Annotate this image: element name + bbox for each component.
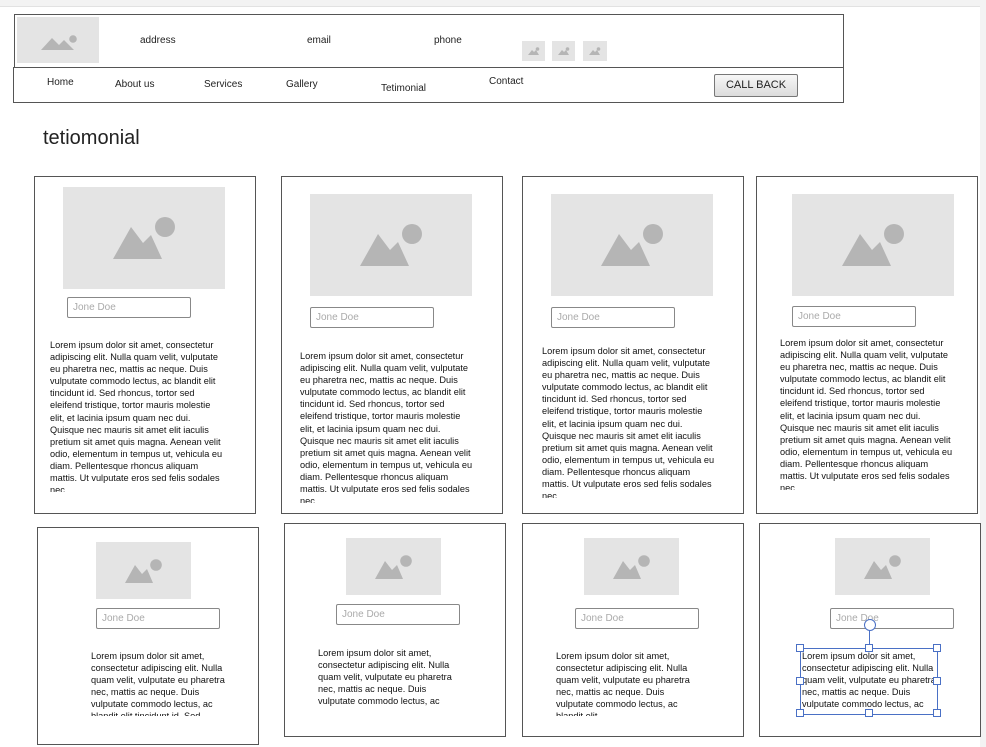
testimonial-text: Lorem ipsum dolor sit amet, consectetur … — [556, 651, 690, 716]
resize-handle-nw[interactable] — [796, 644, 804, 652]
resize-handle-e[interactable] — [933, 677, 941, 685]
name-field[interactable]: Jone Doe — [67, 297, 191, 318]
image-placeholder — [310, 194, 472, 296]
resize-handle-w[interactable] — [796, 677, 804, 685]
nav-home[interactable]: Home — [47, 77, 74, 88]
image-icon — [375, 555, 412, 579]
image-placeholder — [835, 538, 930, 595]
resize-handle-se[interactable] — [933, 709, 941, 717]
nav-contact[interactable]: Contact — [489, 76, 523, 87]
canvas-top-edge — [0, 0, 986, 7]
nav-about-us[interactable]: About us — [115, 79, 154, 90]
name-field[interactable]: Jone Doe — [551, 307, 675, 328]
testimonial-text: Lorem ipsum dolor sit amet, consectetur … — [91, 651, 225, 716]
testimonial-text: Lorem ipsum dolor sit amet, consectetur … — [780, 338, 953, 490]
resize-handle-n[interactable] — [865, 644, 873, 652]
image-icon — [842, 224, 904, 266]
image-placeholder — [63, 187, 225, 289]
image-icon — [589, 47, 601, 55]
social-icon-3[interactable] — [583, 41, 607, 61]
rotate-handle[interactable] — [864, 619, 876, 631]
name-field[interactable]: Jone Doe — [336, 604, 460, 625]
image-icon — [864, 555, 901, 579]
name-field[interactable]: Jone Doe — [575, 608, 699, 629]
testimonial-text: Lorem ipsum dolor sit amet, consectetur … — [300, 351, 473, 503]
image-icon — [125, 559, 162, 583]
image-placeholder — [551, 194, 713, 296]
social-icon-2[interactable] — [552, 41, 575, 61]
header-email: email — [307, 35, 331, 46]
social-icon-1[interactable] — [522, 41, 545, 61]
image-placeholder — [346, 538, 441, 595]
nav-services[interactable]: Services — [204, 79, 242, 90]
header-phone: phone — [434, 35, 462, 46]
image-icon — [601, 224, 663, 266]
nav-gallery[interactable]: Gallery — [286, 79, 318, 90]
image-placeholder — [96, 542, 191, 599]
page-title: tetiomonial — [43, 127, 140, 149]
logo-placeholder — [17, 17, 99, 63]
image-icon — [613, 555, 650, 579]
testimonial-text: Lorem ipsum dolor sit amet, consectetur … — [318, 648, 452, 709]
name-field[interactable]: Jone Doe — [830, 608, 954, 629]
header-address: address — [140, 35, 176, 46]
name-field[interactable]: Jone Doe — [310, 307, 434, 328]
image-placeholder — [792, 194, 954, 296]
resize-handle-sw[interactable] — [796, 709, 804, 717]
name-field[interactable]: Jone Doe — [96, 608, 220, 629]
testimonial-text: Lorem ipsum dolor sit amet, consectetur … — [50, 340, 223, 492]
testimonial-text: Lorem ipsum dolor sit amet, consectetur … — [542, 346, 715, 498]
nav-testimonial[interactable]: Tetimonial — [381, 83, 426, 94]
image-icon — [528, 47, 540, 55]
call-back-button[interactable]: CALL BACK — [714, 74, 798, 97]
resize-handle-ne[interactable] — [933, 644, 941, 652]
header-top-bar — [14, 14, 844, 69]
image-icon — [360, 224, 422, 266]
name-field[interactable]: Jone Doe — [792, 306, 916, 327]
image-icon — [41, 35, 77, 50]
image-placeholder — [584, 538, 679, 595]
selection-box[interactable] — [800, 648, 938, 715]
image-icon — [113, 217, 175, 259]
image-icon — [558, 47, 570, 55]
resize-handle-s[interactable] — [865, 709, 873, 717]
